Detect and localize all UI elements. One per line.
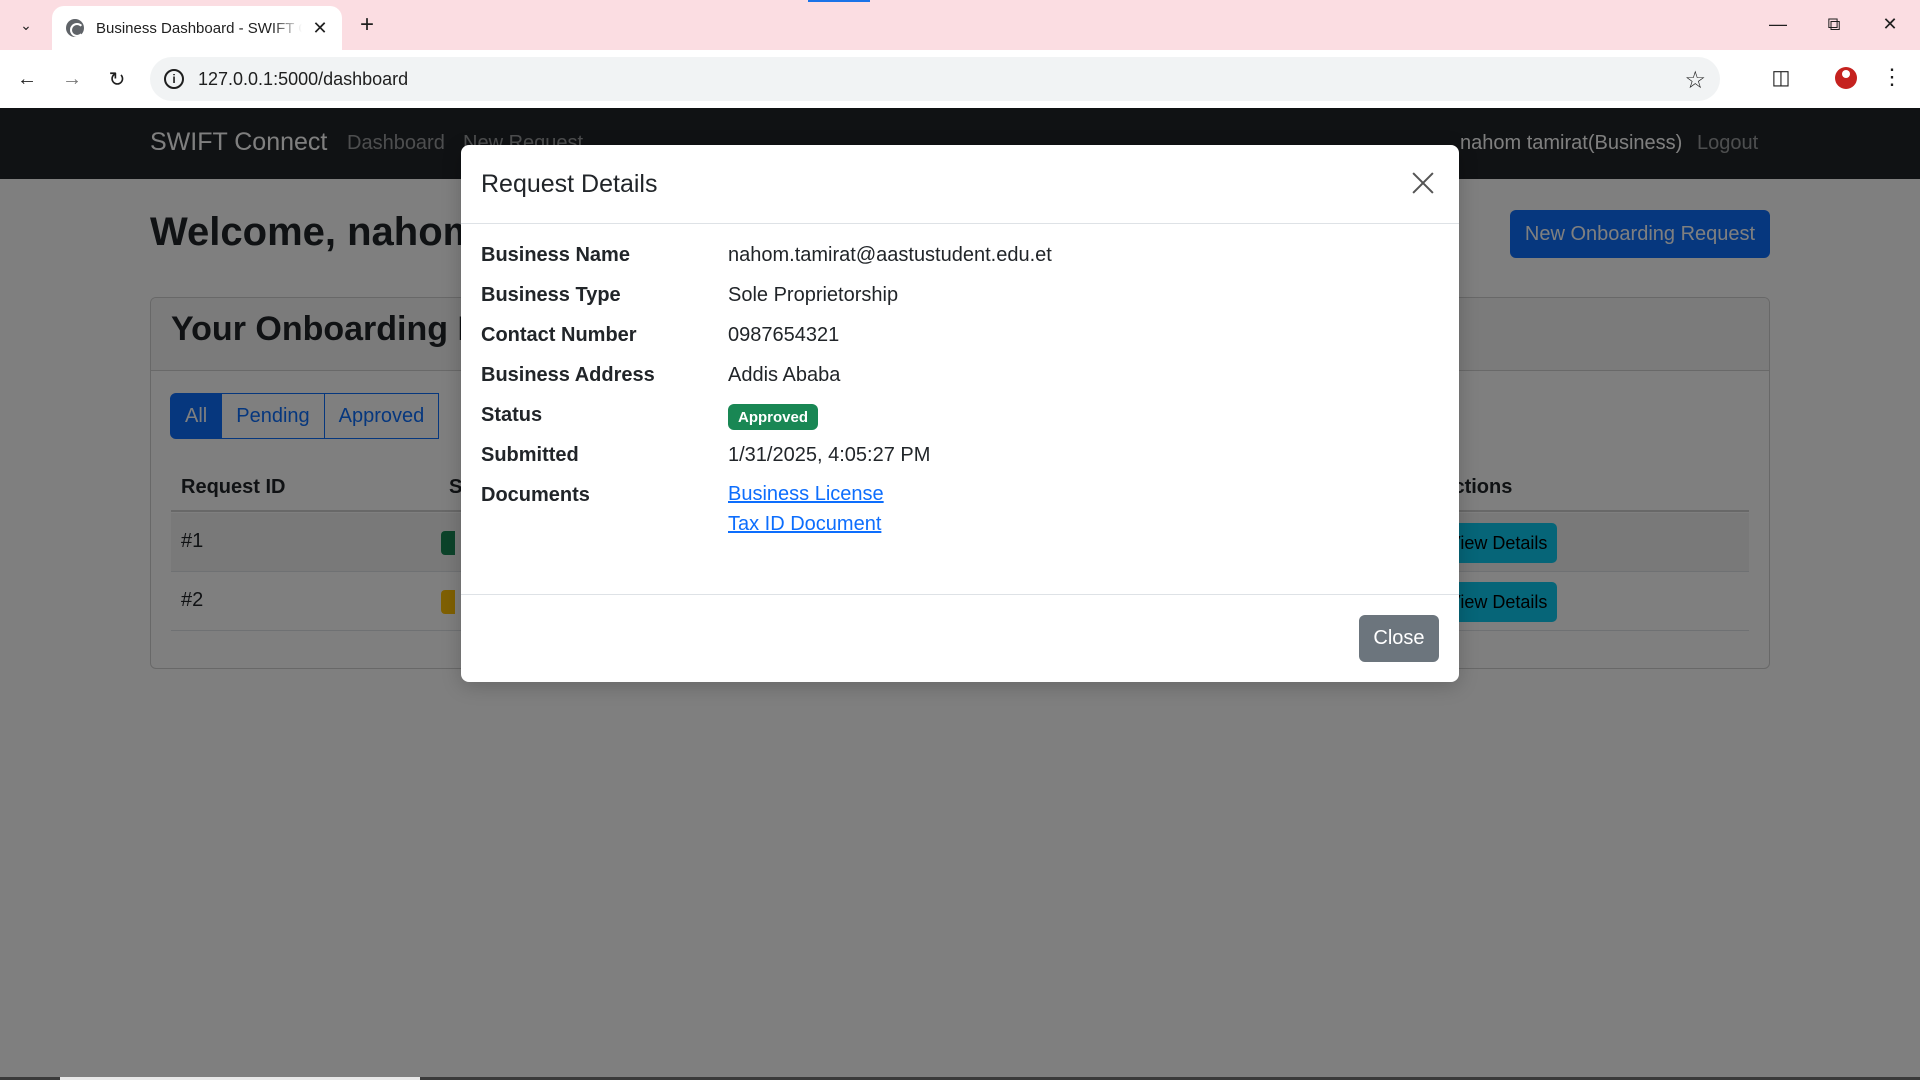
loading-indicator xyxy=(808,0,870,2)
close-icon[interactable]: ✕ xyxy=(308,16,332,40)
detail-row-documents: Documents Business License Tax ID Docume… xyxy=(481,483,1439,535)
reload-icon[interactable]: ↻ xyxy=(100,62,134,96)
detail-row-business-type: Business Type Sole Proprietorship xyxy=(481,284,1439,324)
detail-value: Addis Ababa xyxy=(728,364,841,386)
star-icon[interactable]: ☆ xyxy=(1684,66,1706,95)
detail-label: Contact Number xyxy=(481,324,637,346)
browser-tab-strip: ⌄ Business Dashboard - SWIFT Connect ✕ +… xyxy=(0,0,1920,50)
detail-row-business-name: Business Name nahom.tamirat@aastustudent… xyxy=(481,244,1439,284)
plus-icon[interactable]: + xyxy=(352,10,382,40)
detail-value: 0987654321 xyxy=(728,324,840,346)
tax-id-document-link[interactable]: Tax ID Document xyxy=(728,509,884,539)
tab-title: Business Dashboard - SWIFT Connect xyxy=(96,19,302,37)
address-bar[interactable]: i 127.0.0.1:5000/dashboard ☆ xyxy=(150,57,1720,101)
detail-label: Documents xyxy=(481,484,590,506)
profile-icon[interactable] xyxy=(1832,64,1860,92)
browser-toolbar: ← → ↻ i 127.0.0.1:5000/dashboard ☆ xyxy=(0,50,1920,108)
detail-row-submitted: Submitted 1/31/2025, 4:05:27 PM xyxy=(481,444,1439,484)
detail-row-business-address: Business Address Addis Ababa xyxy=(481,364,1439,404)
detail-label: Business Name xyxy=(481,244,630,266)
modal-footer: Close xyxy=(461,594,1459,682)
modal-title: Request Details xyxy=(481,170,658,198)
url-text[interactable]: 127.0.0.1:5000/dashboard xyxy=(198,69,408,90)
documents-list: Business License Tax ID Document xyxy=(728,479,884,539)
detail-row-contact-number: Contact Number 0987654321 xyxy=(481,324,1439,364)
detail-value: 1/31/2025, 4:05:27 PM xyxy=(728,444,931,466)
modal-header: Request Details xyxy=(461,145,1459,224)
close-window-icon[interactable]: ✕ xyxy=(1872,8,1908,40)
restore-icon[interactable]: ⧉ xyxy=(1816,8,1852,40)
minimize-icon[interactable]: — xyxy=(1760,8,1796,40)
status-badge: Approved xyxy=(728,404,819,430)
detail-label: Status xyxy=(481,404,543,426)
browser-tab[interactable]: Business Dashboard - SWIFT Connect ✕ xyxy=(52,6,342,50)
forward-icon[interactable]: → xyxy=(55,62,89,96)
detail-row-status: Status Approved xyxy=(481,404,1439,444)
tab-list-icon[interactable]: ⌄ xyxy=(10,10,42,40)
globe-icon xyxy=(66,19,84,37)
kebab-menu-icon[interactable]: ⋮ xyxy=(1880,62,1904,92)
modal-body: Business Name nahom.tamirat@aastustudent… xyxy=(481,244,1439,535)
detail-label: Submitted xyxy=(481,444,579,466)
business-license-link[interactable]: Business License xyxy=(728,479,884,509)
request-details-modal: Request Details Business Name nahom.tami… xyxy=(461,145,1459,682)
detail-value: nahom.tamirat@aastustudent.edu.et xyxy=(728,244,1052,266)
site-info-icon[interactable]: i xyxy=(164,69,184,89)
close-icon[interactable] xyxy=(1407,167,1439,199)
close-button[interactable]: Close xyxy=(1359,615,1439,662)
detail-value: Sole Proprietorship xyxy=(728,284,899,306)
detail-label: Business Address xyxy=(481,364,655,386)
back-icon[interactable]: ← xyxy=(10,62,44,96)
extensions-icon[interactable]: ◫ xyxy=(1766,62,1796,92)
detail-label: Business Type xyxy=(481,284,621,306)
